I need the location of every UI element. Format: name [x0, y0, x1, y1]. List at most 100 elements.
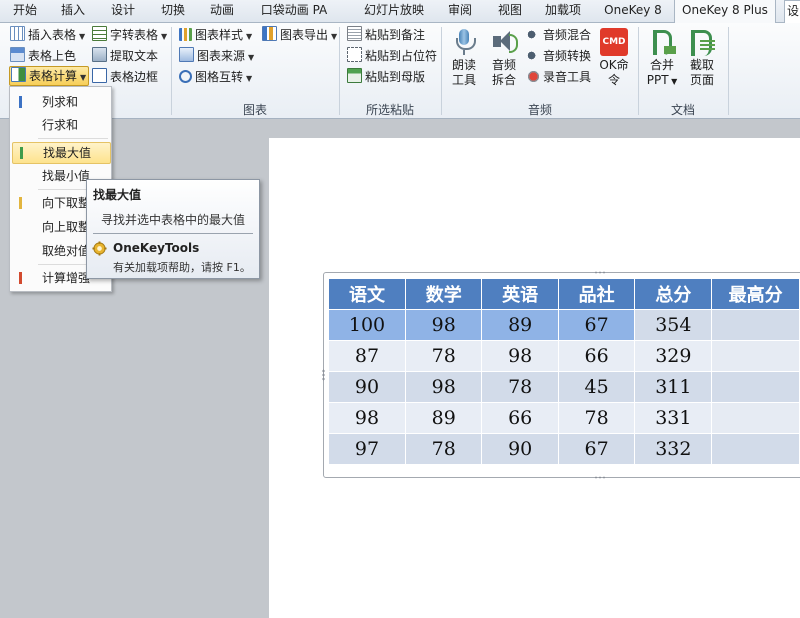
table-header-cell[interactable]: 语文 — [327, 278, 407, 310]
chart-swap-button[interactable]: 图格互转 ▼ — [179, 67, 252, 87]
tab-onekey-8-plus[interactable]: OneKey 8 Plus — [674, 0, 776, 24]
audio-group-title: 音频 — [527, 103, 552, 117]
tooltip-help-text: 有关加载项帮助，请按 F1。 — [113, 261, 251, 274]
table-cell[interactable]: 329 — [634, 340, 713, 372]
paste-placeholder-icon — [347, 47, 362, 62]
audio-split-button[interactable]: 音频 拆合 — [486, 25, 522, 88]
table-color-button[interactable]: 表格上色 — [10, 46, 76, 66]
table-header-cell[interactable]: 数学 — [405, 278, 483, 310]
table-cell[interactable]: 331 — [634, 402, 713, 434]
insert-table-button[interactable]: 插入表格 ▼ — [10, 25, 85, 45]
table-cell[interactable]: 45 — [557, 371, 636, 403]
table-cell-selected[interactable]: 67 — [557, 309, 636, 341]
table-cell-selected[interactable]: 89 — [481, 309, 559, 341]
menu-item-row-sum[interactable]: 行求和 — [10, 114, 111, 136]
read-tool-label-1: 朗读 — [451, 58, 476, 72]
tab-settings-partial[interactable]: 设 — [784, 0, 800, 23]
table-cell[interactable]: 97 — [327, 433, 407, 465]
audio-mix-button[interactable]: 音频混合 — [527, 25, 591, 45]
tab-onekey-8[interactable]: OneKey 8 — [600, 0, 666, 22]
table-cell-selected[interactable]: 100 — [327, 309, 407, 341]
text-to-table-button[interactable]: 字转表格 ▼ — [92, 25, 167, 45]
table-cell[interactable]: 354 — [634, 309, 713, 341]
menu-separator — [38, 138, 108, 139]
table-cell[interactable]: 78 — [481, 371, 559, 403]
extract-text-button[interactable]: 提取文本 — [92, 46, 158, 66]
table-cell[interactable]: 98 — [481, 340, 559, 372]
table-header-cell[interactable]: 最高分 — [711, 278, 800, 310]
table-cell[interactable]: 90 — [327, 371, 407, 403]
capture-page-label-1: 截取 — [689, 58, 714, 72]
table-cell[interactable]: 98 — [327, 402, 407, 434]
table-cell[interactable]: 87 — [327, 340, 407, 372]
table-cell[interactable] — [711, 371, 800, 403]
text-to-table-label: 字转表格 — [110, 28, 159, 42]
table-calc-icon — [11, 67, 26, 82]
text-to-table-icon — [92, 26, 107, 41]
menu-item-label: 行求和 — [42, 118, 79, 132]
record-tool-button[interactable]: 录音工具 — [527, 67, 591, 87]
tab-design[interactable]: 设计 — [102, 0, 144, 22]
audio-convert-button[interactable]: 音频转换 — [527, 46, 591, 66]
paste-group-title: 所选粘贴 — [365, 103, 414, 117]
tab-pocket-animation[interactable]: 口袋动画 PA — [256, 0, 332, 22]
tab-review[interactable]: 审阅 — [440, 0, 480, 22]
insert-table-label: 插入表格 — [28, 28, 77, 42]
chart-export-button[interactable]: 图表导出 ▼ — [262, 25, 337, 45]
table-cell[interactable] — [711, 309, 800, 341]
menu-item-find-max[interactable]: 找最大值 — [12, 142, 111, 164]
tab-animations[interactable]: 动画 — [200, 0, 244, 22]
ok-command-button[interactable]: CMD OK命 令 — [596, 25, 632, 88]
table-header-cell[interactable]: 品社 — [557, 278, 636, 310]
read-tool-button[interactable]: 朗读 工具 — [446, 25, 482, 88]
paste-to-notes-button[interactable]: 粘贴到备注 — [347, 25, 425, 45]
table-cell[interactable]: 67 — [557, 433, 636, 465]
table-header-cell[interactable]: 总分 — [634, 278, 713, 310]
table-cell[interactable]: 98 — [405, 371, 483, 403]
table-cell[interactable]: 66 — [557, 340, 636, 372]
menu-item-column-sum[interactable]: 列求和 — [10, 91, 111, 113]
menu-item-label: 找最小值 — [42, 169, 91, 183]
table-cell[interactable]: 78 — [405, 433, 483, 465]
merge-ppt-button[interactable]: 合并 PPT ▼ — [643, 25, 681, 89]
watermark-logo-text: Baidu经验 — [614, 530, 759, 564]
table-cell[interactable] — [711, 402, 800, 434]
table-row: 90 98 78 45 311 — [327, 371, 800, 403]
speaker-mix-icon — [527, 28, 540, 41]
table-cell[interactable] — [711, 340, 800, 372]
table-cell-selected[interactable]: 98 — [405, 309, 483, 341]
resize-handle-left[interactable] — [322, 369, 325, 381]
paste-to-placeholder-button[interactable]: 粘贴到占位符 — [347, 46, 437, 66]
capture-page-button[interactable]: 截取 页面 — [684, 25, 720, 88]
table-cell[interactable]: 78 — [405, 340, 483, 372]
chart-source-button[interactable]: 图表来源 ▼ — [179, 46, 254, 66]
table-border-button[interactable]: 表格边框 — [92, 67, 158, 87]
tab-view[interactable]: 视图 — [490, 0, 530, 22]
table-header-cell[interactable]: 英语 — [481, 278, 559, 310]
tab-addins[interactable]: 加载项 — [538, 0, 588, 22]
paste-to-master-button[interactable]: 粘贴到母版 — [347, 67, 425, 87]
table-cell[interactable] — [711, 433, 800, 465]
table-cell[interactable]: 66 — [481, 402, 559, 434]
tab-insert[interactable]: 插入 — [52, 0, 94, 22]
resize-handle-top[interactable] — [594, 271, 606, 274]
table-calc-button[interactable]: 表格计算 ▼ — [9, 66, 90, 86]
tab-home[interactable]: 开始 — [6, 0, 44, 22]
table-cell[interactable]: 90 — [481, 433, 559, 465]
tab-slideshow[interactable]: 幻灯片放映 — [356, 0, 432, 22]
table-cell[interactable]: 89 — [405, 402, 483, 434]
record-icon — [527, 70, 540, 83]
swap-icon — [179, 70, 192, 83]
resize-handle-bottom[interactable] — [594, 476, 606, 479]
chart-style-button[interactable]: 图表样式 ▼ — [179, 25, 252, 45]
table-row: 98 89 66 78 331 — [327, 402, 800, 434]
chart-source-label: 图表来源 — [197, 49, 246, 63]
table-cell[interactable]: 332 — [634, 433, 713, 465]
menu-item-label: 找最大值 — [43, 146, 92, 160]
chevron-down-icon: ▼ — [79, 32, 86, 41]
score-table[interactable]: 语文 数学 英语 品社 总分 最高分 100 98 89 67 354 87 7… — [327, 278, 800, 465]
table-cell[interactable]: 311 — [634, 371, 713, 403]
table-cell[interactable]: 78 — [557, 402, 636, 434]
chart-group-title: 图表 — [242, 103, 267, 117]
tab-transitions[interactable]: 切换 — [152, 0, 194, 22]
